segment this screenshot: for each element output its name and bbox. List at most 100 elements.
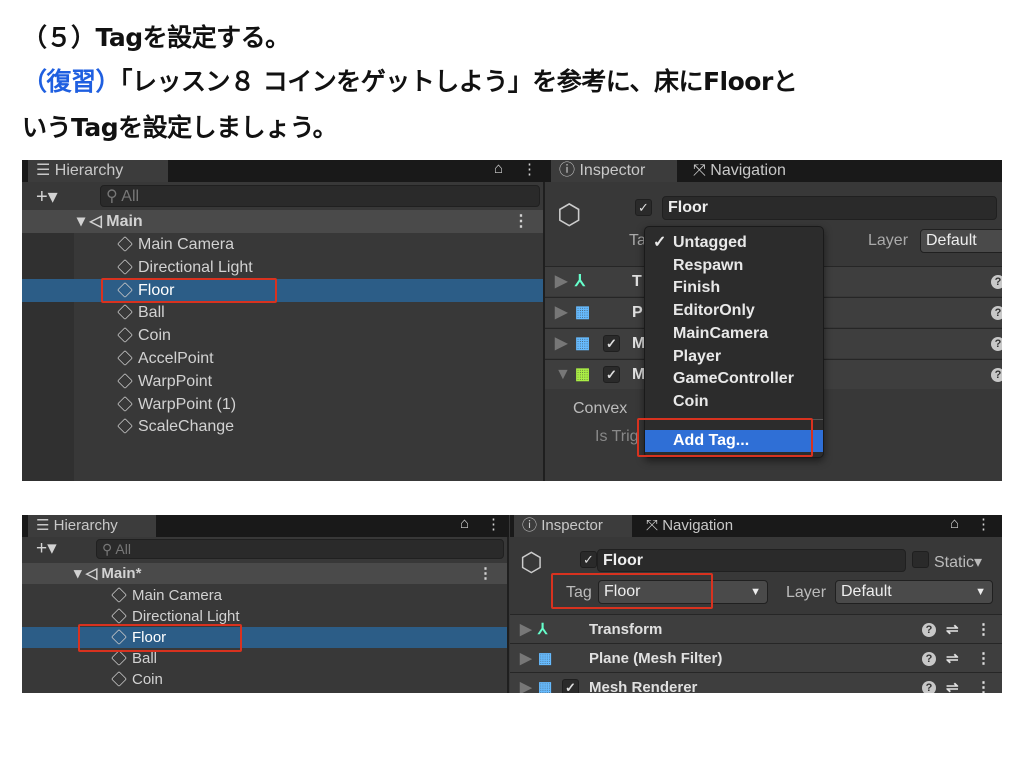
label: Directional Light xyxy=(132,608,240,625)
label: GameController xyxy=(673,370,794,388)
help-icon[interactable]: ? xyxy=(922,681,936,693)
component-header[interactable]: ▶ ▦ ✓? ⇌ ⋮ Mesh Renderer xyxy=(510,672,1002,693)
layer-dropdown[interactable]: Default ▼ xyxy=(835,580,993,604)
add-button[interactable]: +▾ xyxy=(36,184,58,209)
layer-label: Layer xyxy=(786,584,827,601)
tab-inspector[interactable]: ⓘ Inspector xyxy=(514,515,632,537)
component-header[interactable]: ▶ ⅄? ⇌ ⋮ Transform xyxy=(510,614,1002,643)
collapsed-arrow-icon[interactable]: ▶ xyxy=(520,673,532,693)
gameobject-icon xyxy=(111,650,127,666)
label: ScaleChange xyxy=(138,418,235,436)
component-header[interactable]: ▶ ▦? ⇌ ⋮ Plane (Mesh Filter) xyxy=(510,643,1002,672)
more-icon[interactable]: ⋮ xyxy=(486,515,501,533)
lock-icon[interactable]: ⌂ xyxy=(460,515,469,532)
mesh-collider-icon: ▦ xyxy=(575,366,591,383)
collapsed-arrow-icon[interactable]: ▶ xyxy=(520,644,532,673)
label: Coin xyxy=(132,671,163,688)
collapsed-arrow-icon[interactable]: ▶ xyxy=(555,298,567,328)
expanded-arrow-icon[interactable]: ▼ xyxy=(555,360,571,390)
label: WarpPoint (1) xyxy=(138,395,237,413)
label: Transform xyxy=(589,621,663,638)
tag-menu-item[interactable]: MainCamera xyxy=(645,323,823,345)
enabled-checkbox[interactable]: ✓ xyxy=(603,366,620,383)
help-icon[interactable]: ? xyxy=(922,652,936,666)
collapsed-arrow-icon[interactable]: ▶ xyxy=(555,329,567,359)
help-icon[interactable]: ? xyxy=(991,368,1002,382)
name-field[interactable]: Floor xyxy=(662,196,997,220)
preset-icon[interactable]: ⇌ xyxy=(946,615,959,644)
tag-menu-item[interactable]: ✓ Untagged xyxy=(645,232,823,254)
more-icon[interactable]: ⋮ xyxy=(976,515,991,533)
lock-icon[interactable]: ⌂ xyxy=(494,160,503,177)
hierarchy-item[interactable]: AccelPoint xyxy=(22,347,543,370)
preset-icon[interactable]: ⇌ xyxy=(946,673,959,693)
tag-menu-item[interactable]: GameController xyxy=(645,368,823,390)
layer-label: Layer xyxy=(868,232,909,249)
info-icon: ⓘ xyxy=(522,517,538,534)
collapsed-arrow-icon[interactable]: ▶ xyxy=(555,267,567,297)
gameobject-cube-icon[interactable]: ⬡ xyxy=(520,547,543,578)
label: T xyxy=(632,273,642,290)
mesh-filter-icon: ▦ xyxy=(575,304,591,321)
preset-icon[interactable]: ⇌ xyxy=(946,644,959,673)
navigation-icon: ⤧ xyxy=(646,517,659,534)
hierarchy-item[interactable]: Main Camera xyxy=(22,585,507,606)
tab-inspector[interactable]: ⓘ Inspector xyxy=(551,160,677,182)
tab-hierarchy[interactable]: ☰ Hierarchy xyxy=(28,515,156,537)
help-icon[interactable]: ? xyxy=(991,337,1002,351)
help-icon[interactable]: ? xyxy=(991,275,1002,289)
tab-hierarchy[interactable]: ☰ Hierarchy xyxy=(28,160,168,182)
layer-value: Default xyxy=(841,583,892,600)
scene-menu-icon[interactable]: ⋮ xyxy=(478,563,493,584)
more-icon[interactable]: ⋮ xyxy=(976,644,991,673)
name-field[interactable]: Floor xyxy=(597,549,906,572)
search-input[interactable]: ⚲ All xyxy=(96,539,504,559)
mesh-renderer-icon: ▦ xyxy=(575,335,591,352)
more-icon[interactable]: ⋮ xyxy=(522,160,537,178)
convex-label: Convex xyxy=(573,400,628,417)
scene-row[interactable]: ▾ ◁ Main* ⋮ xyxy=(22,563,507,584)
tag-menu-item[interactable]: Finish xyxy=(645,277,823,299)
active-checkbox[interactable]: ✓ xyxy=(635,199,652,216)
lock-icon[interactable]: ⌂ xyxy=(950,515,959,532)
hierarchy-item[interactable]: Directional Light xyxy=(22,256,543,279)
static-label: Static xyxy=(934,554,975,571)
inspector-panel: ⓘ Inspector ⤧ Navigation ⌂ ⋮ ⬡ ✓ Floor S… xyxy=(510,515,1002,693)
tab-navigation[interactable]: ⤧ Navigation xyxy=(685,160,825,182)
search-input[interactable]: ⚲ All xyxy=(100,185,540,207)
hierarchy-item[interactable]: Coin xyxy=(22,669,507,690)
more-icon[interactable]: ⋮ xyxy=(976,615,991,644)
hierarchy-item[interactable]: Coin xyxy=(22,324,543,347)
tag-menu-item[interactable]: Coin xyxy=(645,391,823,413)
enabled-checkbox[interactable]: ✓ xyxy=(562,679,579,693)
tag-menu-item[interactable]: Player xyxy=(645,346,823,368)
enabled-checkbox[interactable]: ✓ xyxy=(603,335,620,352)
scene-menu-icon[interactable]: ⋮ xyxy=(513,210,529,233)
hierarchy-item[interactable]: Ball xyxy=(22,301,543,324)
tab-navigation[interactable]: ⤧ Navigation xyxy=(638,515,768,537)
scene-row[interactable]: ▾ ◁ Main ⋮ xyxy=(22,210,543,233)
tab-label: Navigation xyxy=(710,162,786,179)
active-checkbox[interactable]: ✓ xyxy=(580,551,597,568)
hierarchy-panel: ☰ Hierarchy ⌂ ⋮ +▾ ⚲ All ▾ ◁ Main* ⋮ Main… xyxy=(22,515,509,693)
static-checkbox[interactable] xyxy=(912,551,929,568)
static-dropdown[interactable]: Static▾ xyxy=(934,552,982,572)
hierarchy-item[interactable]: ScaleChange xyxy=(22,415,543,438)
hierarchy-item[interactable]: Main Camera xyxy=(22,233,543,256)
layer-dropdown[interactable]: Default xyxy=(920,229,1002,253)
gameobject-icon xyxy=(111,608,127,624)
help-icon[interactable]: ? xyxy=(991,306,1002,320)
mesh-renderer-icon: ▦ xyxy=(538,679,553,693)
slide-instruction-line1: （復習）「レッスン８ コインをゲットしよう」を参考に、床にFloorと xyxy=(22,62,798,98)
tag-menu-item[interactable]: Respawn xyxy=(645,255,823,277)
tag-menu-item[interactable]: EditorOnly xyxy=(645,300,823,322)
gameobject-cube-icon[interactable]: ⬡ xyxy=(557,198,581,231)
hierarchy-item[interactable]: WarpPoint xyxy=(22,370,543,393)
collapsed-arrow-icon[interactable]: ▶ xyxy=(520,615,532,644)
add-button[interactable]: +▾ xyxy=(36,537,57,560)
more-icon[interactable]: ⋮ xyxy=(976,673,991,693)
highlight-box xyxy=(637,418,813,457)
hierarchy-item[interactable]: WarpPoint (1) xyxy=(22,393,543,416)
tab-label: Navigation xyxy=(662,517,734,534)
help-icon[interactable]: ? xyxy=(922,623,936,637)
